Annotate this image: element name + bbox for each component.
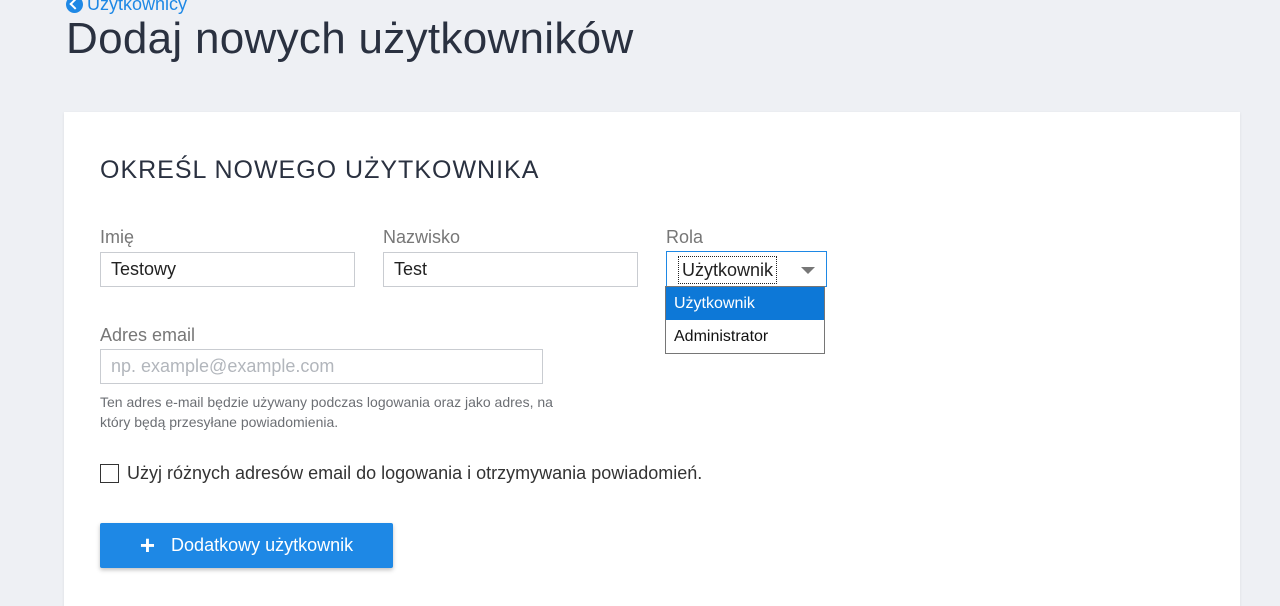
breadcrumb-label: Użytkownicy [87, 0, 188, 14]
new-user-card: OKREŚL NOWEGO UŻYTKOWNIKA Imię Nazwisko … [64, 112, 1240, 606]
email-input[interactable] [100, 349, 543, 384]
last-name-label: Nazwisko [383, 227, 461, 247]
plus-icon: + [139, 529, 156, 560]
add-user-button-label: Dodatkowy użytkownik [171, 535, 354, 555]
different-emails-label: Użyj różnych adresów email do logowania … [127, 463, 703, 483]
role-selected-value: Użytkownik [678, 256, 778, 284]
different-emails-option[interactable]: Użyj różnych adresów email do logowania … [100, 463, 702, 484]
first-name-input[interactable] [100, 252, 355, 287]
email-help-text: Ten adres e-mail będzie używany podczas … [100, 394, 553, 430]
last-name-input[interactable] [383, 252, 638, 287]
page-title: Dodaj nowych użytkowników [66, 14, 634, 63]
role-label: Rola [666, 227, 704, 247]
page: Użytkownicy Dodaj nowych użytkowników OK… [0, 0, 1280, 606]
add-user-button[interactable]: + Dodatkowy użytkownik [100, 523, 393, 568]
role-option-user[interactable]: Użytkownik [666, 287, 824, 320]
role-option-admin[interactable]: Administrator [666, 320, 824, 353]
different-emails-checkbox[interactable] [100, 464, 119, 483]
card-title: OKREŚL NOWEGO UŻYTKOWNIKA [100, 156, 540, 184]
breadcrumb-back-link[interactable]: Użytkownicy [66, 0, 187, 14]
email-label: Adres email [100, 325, 196, 345]
back-arrow-icon [66, 0, 83, 13]
chevron-down-icon [801, 267, 815, 274]
role-select[interactable]: Użytkownik [666, 251, 827, 287]
first-name-label: Imię [100, 227, 135, 247]
role-dropdown-list: Użytkownik Administrator [665, 286, 825, 354]
